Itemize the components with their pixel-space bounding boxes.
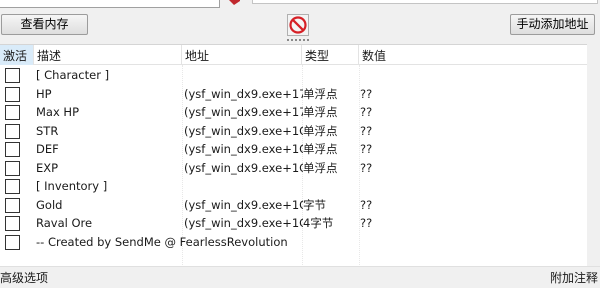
row-description: HP bbox=[36, 86, 52, 101]
table-row[interactable]: [ Inventory ] bbox=[0, 177, 587, 196]
table-row[interactable]: HP (ysf_win_dx9.exe+17EF 单浮点 ?? bbox=[0, 85, 587, 104]
active-checkbox[interactable] bbox=[5, 234, 20, 250]
row-address: (ysf_win_dx9.exe+1C56 bbox=[184, 216, 303, 230]
row-type: 单浮点 bbox=[303, 86, 338, 101]
table-row[interactable]: -- Created by SendMe @ FearlessRevolutio… bbox=[0, 233, 587, 252]
row-value: ?? bbox=[360, 216, 373, 230]
row-type: 单浮点 bbox=[303, 105, 338, 119]
table-row[interactable]: DEF (ysf_win_dx9.exe+1C43 单浮点 ?? bbox=[0, 140, 587, 159]
row-description: [ Character ] bbox=[36, 68, 110, 82]
table-row[interactable]: Gold (ysf_win_dx9.exe+1C434 字节 ?? bbox=[0, 196, 587, 215]
row-address: (ysf_win_dx9.exe+1C43 bbox=[184, 142, 303, 156]
cheat-table-list: 激活 描述 地址 类型 数值 [ Character ] HP (ysf_win… bbox=[0, 44, 587, 267]
view-memory-button[interactable]: 查看内存 bbox=[1, 14, 88, 35]
row-value: ?? bbox=[360, 197, 373, 212]
arrow-icon[interactable] bbox=[226, 0, 244, 6]
row-description: DEF bbox=[36, 142, 59, 156]
row-address: (ysf_win_dx9.exe+17EF bbox=[184, 86, 303, 101]
table-header: 激活 描述 地址 类型 数值 bbox=[0, 45, 587, 65]
row-value: ?? bbox=[360, 123, 373, 138]
row-type: 4字节 bbox=[303, 216, 334, 230]
row-type bbox=[303, 177, 359, 195]
add-address-manually-button[interactable]: 手动添加地址 bbox=[510, 14, 595, 35]
advanced-options-link[interactable]: 高级选项 bbox=[0, 267, 48, 288]
active-checkbox[interactable] bbox=[5, 179, 20, 194]
row-value: ?? bbox=[360, 160, 373, 175]
active-checkbox[interactable] bbox=[5, 68, 20, 83]
top-strip bbox=[0, 0, 600, 9]
active-checkbox[interactable] bbox=[5, 105, 20, 120]
header-active[interactable]: 激活 bbox=[0, 45, 34, 65]
row-type: 字节 bbox=[303, 197, 326, 212]
address-input[interactable] bbox=[0, 0, 220, 8]
vertical-scrollbar[interactable] bbox=[587, 44, 600, 266]
row-type: 单浮点 bbox=[303, 142, 338, 156]
active-checkbox[interactable] bbox=[5, 123, 20, 139]
row-type bbox=[303, 66, 359, 84]
status-bar: 高级选项 附加注释 bbox=[0, 266, 600, 288]
row-description: Gold bbox=[36, 197, 63, 212]
row-address: (ysf_win_dx9.exe+17EF bbox=[184, 105, 303, 119]
header-address[interactable]: 地址 bbox=[182, 45, 302, 65]
active-checkbox[interactable] bbox=[5, 197, 20, 213]
header-value[interactable]: 数值 bbox=[359, 45, 587, 65]
row-description: [ Inventory ] bbox=[36, 179, 108, 193]
row-value: ?? bbox=[360, 105, 373, 119]
row-value bbox=[360, 66, 420, 84]
row-address: (ysf_win_dx9.exe+1C434 bbox=[184, 197, 303, 212]
row-address bbox=[184, 66, 303, 84]
row-address: (ysf_win_dx9.exe+1C43 bbox=[184, 123, 303, 138]
table-row[interactable]: STR (ysf_win_dx9.exe+1C43 单浮点 ?? bbox=[0, 122, 587, 141]
add-comment-link[interactable]: 附加注释 bbox=[550, 267, 598, 288]
active-checkbox[interactable] bbox=[5, 160, 20, 176]
row-address bbox=[184, 177, 303, 195]
header-type[interactable]: 类型 bbox=[302, 45, 359, 65]
row-description: Max HP bbox=[36, 105, 80, 119]
table-row[interactable]: [ Character ] bbox=[0, 66, 587, 85]
row-description: EXP bbox=[36, 160, 59, 175]
row-value: ?? bbox=[360, 142, 373, 156]
splitter-handle[interactable] bbox=[287, 39, 309, 43]
row-type: 单浮点 bbox=[303, 160, 338, 175]
row-description: Raval Ore bbox=[36, 216, 93, 230]
row-description: STR bbox=[36, 123, 59, 138]
active-checkbox[interactable] bbox=[5, 86, 20, 102]
header-description[interactable]: 描述 bbox=[34, 45, 182, 65]
table-row[interactable]: Raval Ore (ysf_win_dx9.exe+1C56 4字节 ?? bbox=[0, 214, 587, 233]
row-type: 单浮点 bbox=[303, 123, 338, 138]
active-checkbox[interactable] bbox=[5, 142, 20, 157]
value-field[interactable] bbox=[252, 0, 598, 4]
row-value: ?? bbox=[360, 86, 373, 101]
active-checkbox[interactable] bbox=[5, 216, 20, 231]
table-row[interactable]: EXP (ysf_win_dx9.exe+1C43 单浮点 ?? bbox=[0, 159, 587, 178]
row-value bbox=[360, 177, 420, 195]
row-address: (ysf_win_dx9.exe+1C43 bbox=[184, 160, 303, 175]
table-row[interactable]: Max HP (ysf_win_dx9.exe+17EF 单浮点 ?? bbox=[0, 103, 587, 122]
row-description: -- Created by SendMe @ FearlessRevolutio… bbox=[36, 234, 288, 249]
clear-list-icon[interactable] bbox=[287, 14, 309, 36]
